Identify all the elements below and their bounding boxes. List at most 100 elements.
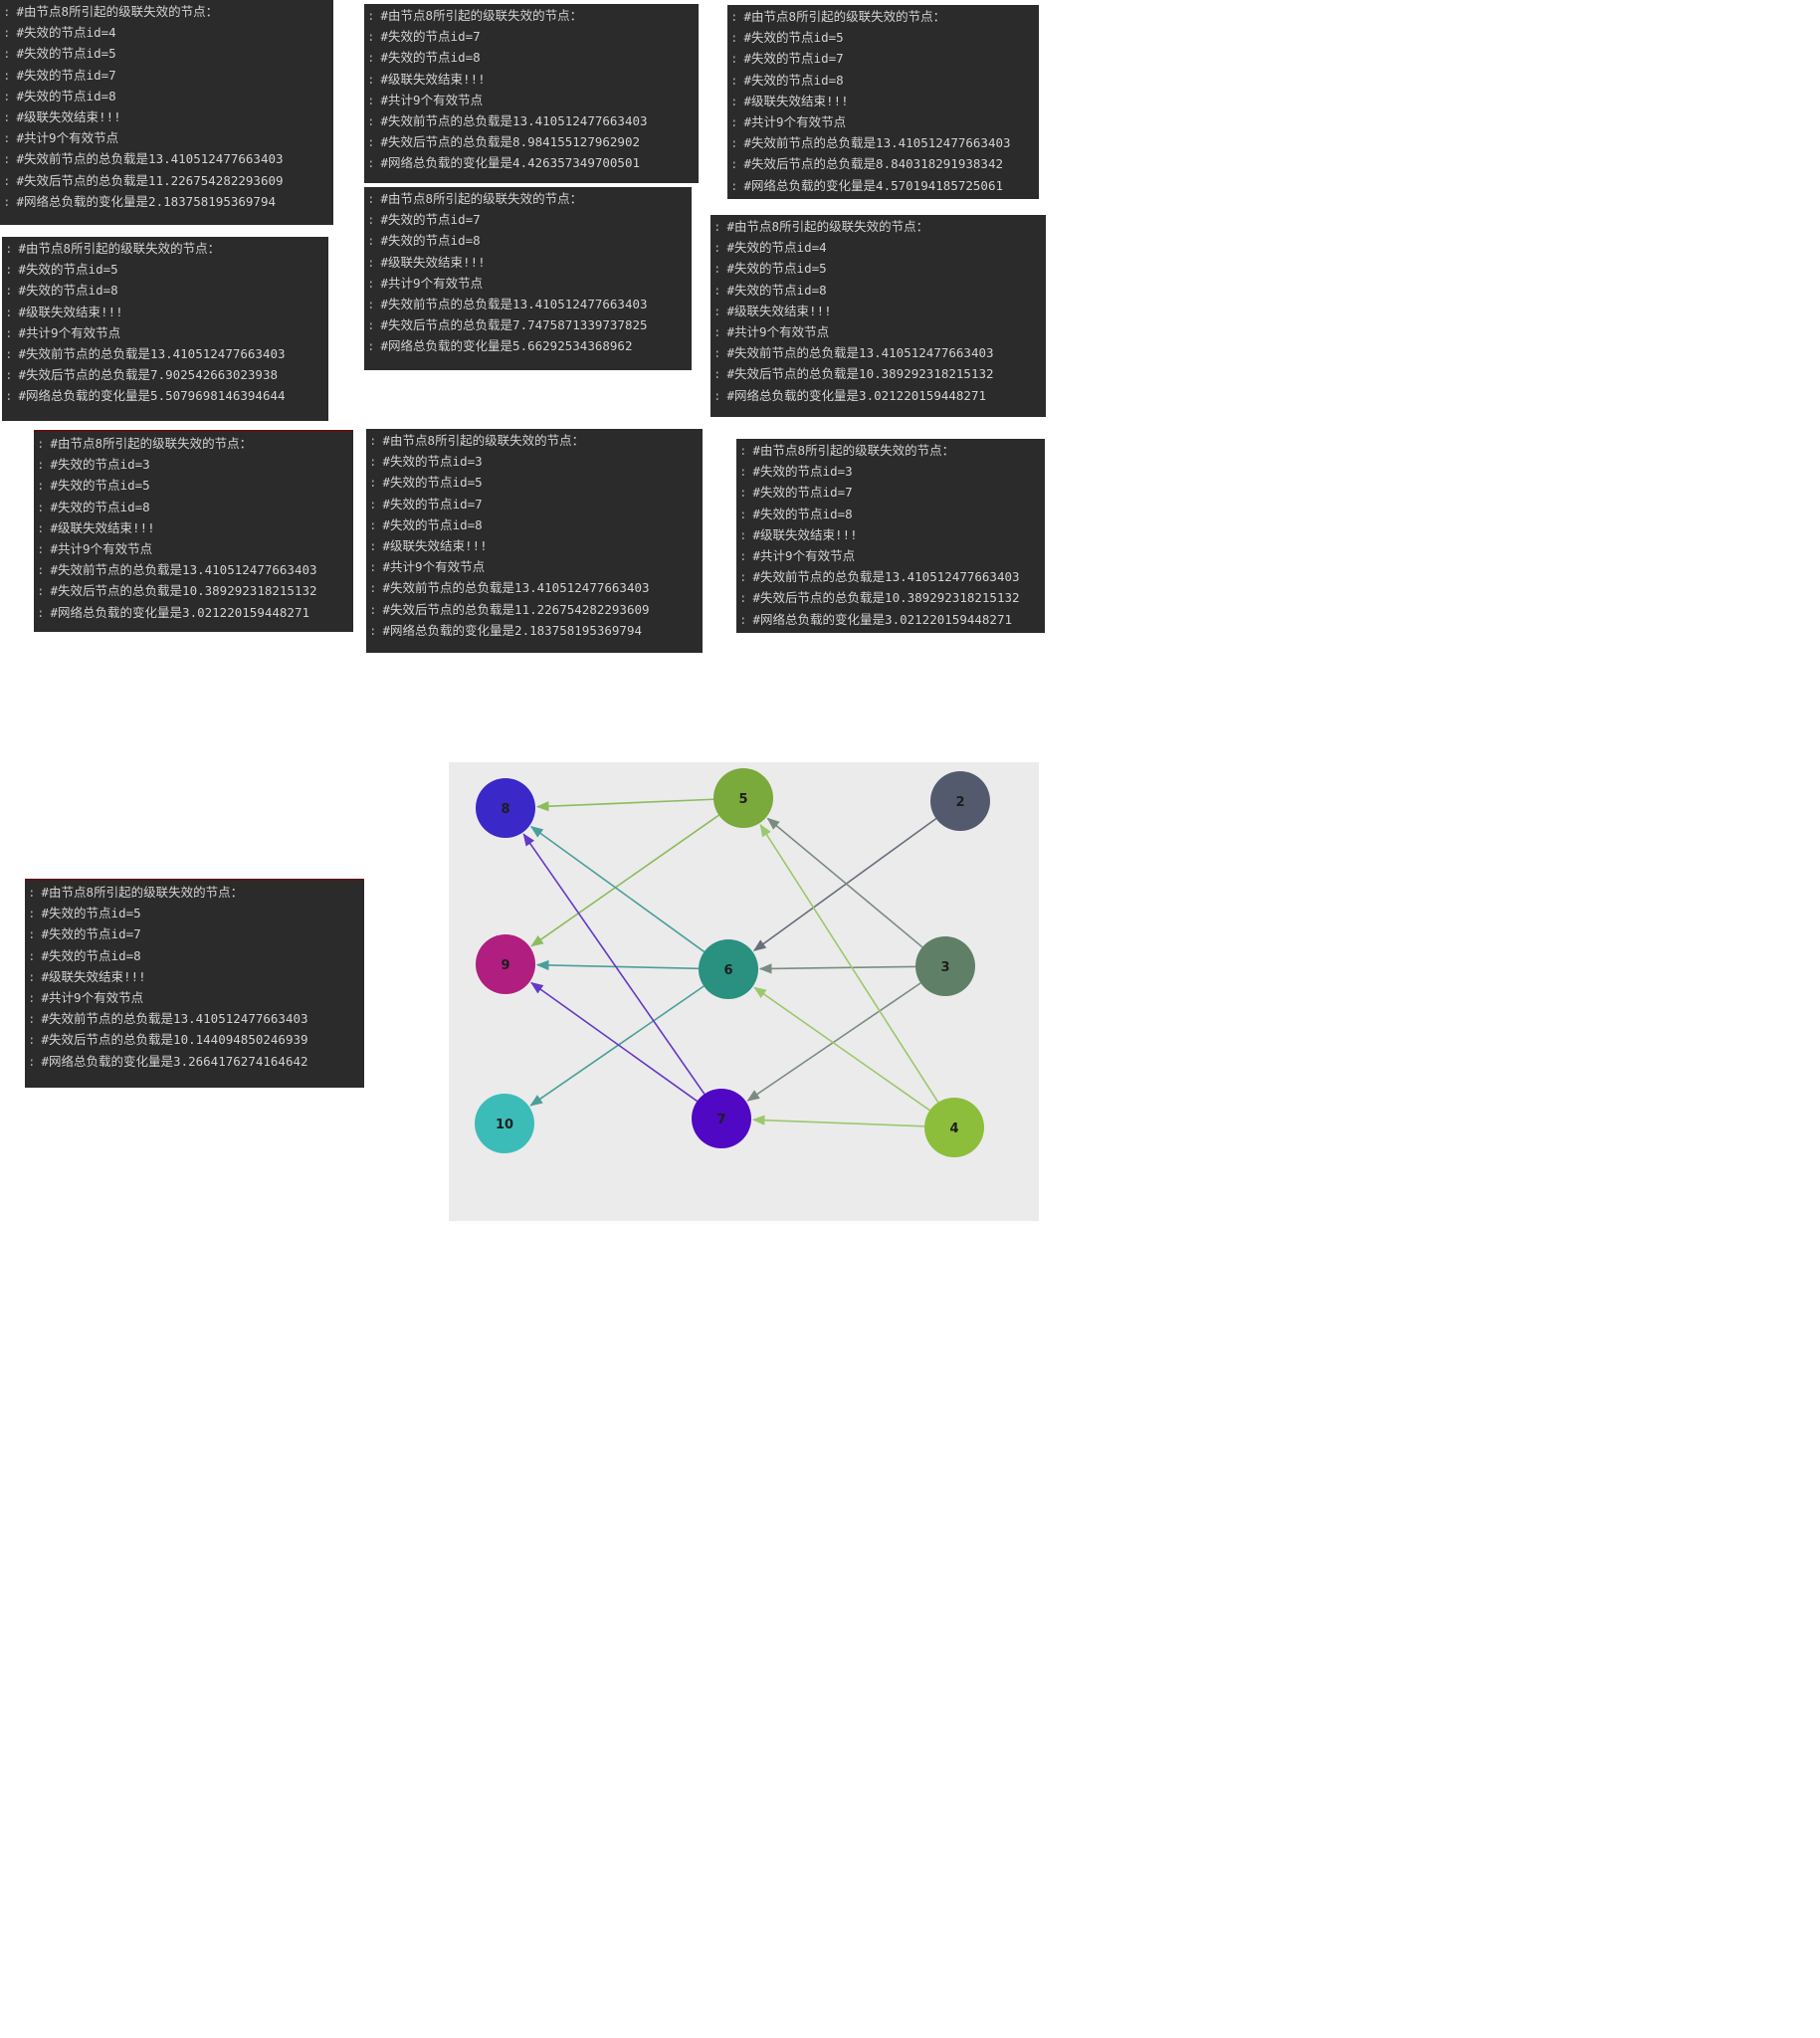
console-line-text: #失效后节点的总负载是7.902542663023938 <box>18 367 278 383</box>
console-line: : #网络总负载的变化量是3.2664176274164642 <box>28 1051 364 1072</box>
console-line: : #失效的节点id=7 <box>369 494 703 514</box>
console-line-prefix: : <box>5 304 13 319</box>
graph-edge-2-to-6 <box>752 817 937 951</box>
console-line-prefix: : <box>730 30 738 46</box>
console-line-text: #失效后节点的总负载是7.7475871339737825 <box>380 317 648 333</box>
console-line-prefix: : <box>730 177 738 193</box>
graph-edge-5-to-9 <box>530 814 719 947</box>
console-line-text: #失效的节点id=5 <box>743 30 844 46</box>
console-line-text: #共计9个有效节点 <box>382 559 486 575</box>
console-line: : #失效前节点的总负载是13.410512477663403 <box>37 559 353 580</box>
console-line-text: #失效的节点id=5 <box>50 478 150 494</box>
console-line-text: #失效前节点的总负载是13.410512477663403 <box>752 569 1020 585</box>
console-line: : #网络总负载的变化量是5.66292534368962 <box>367 335 692 356</box>
console-line: : #失效前节点的总负载是13.410512477663403 <box>3 148 333 169</box>
console-line: : #失效前节点的总负载是13.410512477663403 <box>713 342 1046 363</box>
console-line: : #失效后节点的总负载是8.984155127962902 <box>367 131 699 152</box>
console-line-text: #失效的节点id=8 <box>18 283 118 299</box>
console-line-prefix: : <box>37 604 45 620</box>
console-line-prefix: : <box>367 155 375 171</box>
console-line: : #网络总负载的变化量是3.021220159448271 <box>37 602 353 623</box>
console-line: : #网络总负载的变化量是4.570194185725061 <box>730 175 1039 196</box>
console-line: : #共计9个有效节点 <box>367 90 699 110</box>
console-line-prefix: : <box>3 151 11 167</box>
console-line: : #级联失效结束!!! <box>367 69 699 90</box>
console-line-prefix: : <box>367 29 375 45</box>
console-line-text: #共计9个有效节点 <box>380 92 484 107</box>
graph-node-label: 5 <box>738 792 747 807</box>
console-line-text: #失效的节点id=7 <box>380 212 481 228</box>
console-line-text: #失效的节点id=8 <box>380 50 481 66</box>
console-line-prefix: : <box>713 282 721 298</box>
console-line-prefix: : <box>28 989 36 1005</box>
console-line-text: #失效前节点的总负载是13.410512477663403 <box>41 1011 308 1027</box>
graph-node-2[interactable]: 2 <box>930 771 990 831</box>
console-line-prefix: : <box>713 345 721 361</box>
console-line-text: #失效后节点的总负载是11.226754282293609 <box>382 601 650 617</box>
graph-node-label: 3 <box>940 960 949 975</box>
console-line-prefix: : <box>37 436 45 451</box>
console-line-prefix: : <box>369 537 377 553</box>
console-line-text: #由节点8所引起的级联失效的节点： <box>752 443 955 458</box>
graph-node-label: 2 <box>955 795 964 810</box>
console-line-prefix: : <box>28 968 36 984</box>
console-line-prefix: : <box>37 478 45 494</box>
console-line-text: #失效的节点id=8 <box>41 947 141 963</box>
graph-edge-4-to-5 <box>759 823 939 1104</box>
console-panel: : #由节点8所引起的级联失效的节点：: #失效的节点id=7: #失效的节点id=8… <box>364 4 699 183</box>
console-line: : #失效的节点id=7 <box>3 65 333 86</box>
console-line-prefix: : <box>28 885 36 900</box>
console-line: : #共计9个有效节点 <box>369 556 703 577</box>
graph-node-4[interactable]: 4 <box>924 1098 984 1157</box>
console-line: : #失效前节点的总负载是13.410512477663403 <box>28 1008 364 1029</box>
graph-edge-6-to-8 <box>529 826 706 953</box>
graph-node-label: 6 <box>723 963 732 978</box>
graph-node-7[interactable]: 7 <box>692 1089 751 1148</box>
console-line: : #失效的节点id=4 <box>3 22 333 43</box>
graph-edge-6-to-9 <box>535 959 700 971</box>
console-line-prefix: : <box>5 283 13 299</box>
console-line-prefix: : <box>739 590 747 606</box>
console-line-prefix: : <box>713 366 721 382</box>
graph-node-5[interactable]: 5 <box>713 768 773 828</box>
console-line: : #失效的节点id=3 <box>369 451 703 472</box>
console-line: : #失效后节点的总负载是10.389292318215132 <box>713 363 1046 384</box>
graph-node-10[interactable]: 10 <box>475 1094 534 1153</box>
console-line-prefix: : <box>739 506 747 521</box>
console-line-prefix: : <box>713 303 721 318</box>
graph-node-9[interactable]: 9 <box>476 934 535 994</box>
console-line: : #失效的节点id=5 <box>369 472 703 493</box>
console-line-text: #级联失效结束!!! <box>16 108 121 124</box>
console-panel: : #由节点8所引起的级联失效的节点：: #失效的节点id=5: #失效的节点id=7… <box>727 5 1039 199</box>
console-line: : #共计9个有效节点 <box>3 127 333 148</box>
console-line-prefix: : <box>5 241 13 256</box>
console-line: : #失效后节点的总负载是7.902542663023938 <box>5 364 328 385</box>
console-line: : #失效的节点id=7 <box>367 209 692 230</box>
console-line: : #失效的节点id=5 <box>713 258 1046 279</box>
console-line-text: #共计9个有效节点 <box>380 275 484 291</box>
console-line-text: #失效的节点id=8 <box>743 72 844 88</box>
console-panel: : #由节点8所引起的级联失效的节点：: #失效的节点id=7: #失效的节点id=8… <box>364 187 692 370</box>
console-line-prefix: : <box>5 388 13 404</box>
console-line-prefix: : <box>37 583 45 599</box>
graph-node-8[interactable]: 8 <box>476 778 535 838</box>
graph-node-3[interactable]: 3 <box>915 936 975 996</box>
graph-node-label: 9 <box>501 958 509 973</box>
console-line-text: #失效的节点id=5 <box>382 475 483 491</box>
console-line: : #由节点8所引起的级联失效的节点： <box>367 188 692 209</box>
console-line: : #失效的节点id=8 <box>367 47 699 68</box>
console-line-text: #失效后节点的总负载是10.389292318215132 <box>726 366 994 382</box>
graph-node-6[interactable]: 6 <box>699 939 758 999</box>
console-line-text: #共计9个有效节点 <box>18 324 121 340</box>
console-line-prefix: : <box>367 338 375 354</box>
console-line-prefix: : <box>3 130 11 146</box>
console-line: : #失效后节点的总负载是8.840318291938342 <box>730 153 1039 174</box>
console-line: : #失效的节点id=8 <box>28 945 364 966</box>
console-line-prefix: : <box>369 580 377 596</box>
console-line-prefix: : <box>5 262 13 278</box>
console-line: : #失效的节点id=8 <box>3 86 333 106</box>
console-line: : #失效的节点id=3 <box>37 454 353 475</box>
console-line-prefix: : <box>28 1053 36 1069</box>
console-line: : #失效的节点id=5 <box>3 43 333 64</box>
console-line-text: #失效的节点id=3 <box>752 464 853 480</box>
